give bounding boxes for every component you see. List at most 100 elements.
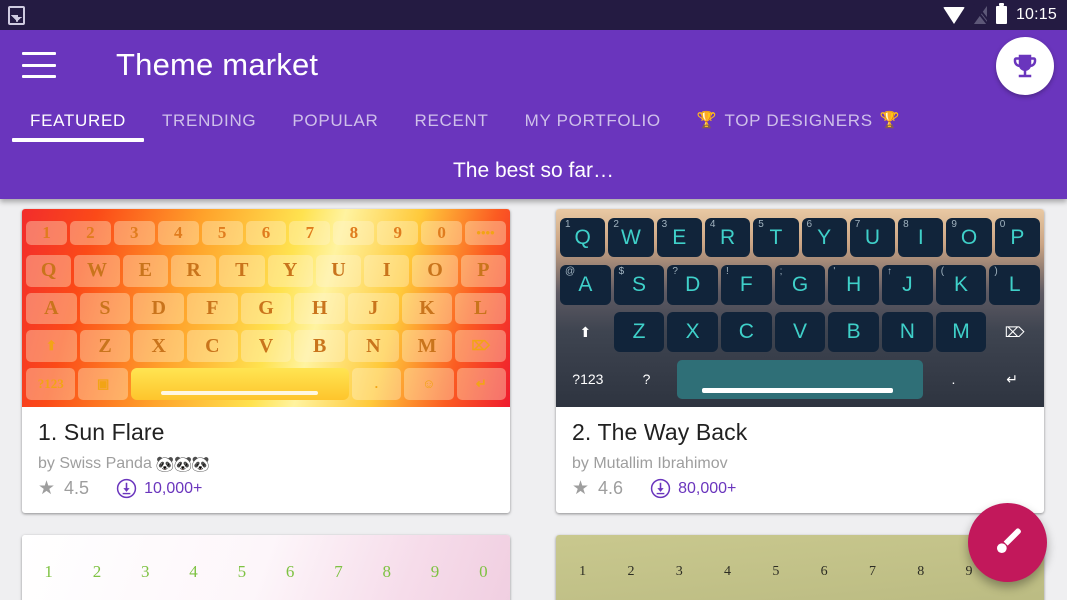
theme-author-name: by Mutallim Ibrahimov [572,455,728,472]
key: 4 [724,563,732,579]
key: C [187,330,238,363]
space-key [130,368,349,400]
download-circle-icon [116,478,137,499]
key-super: @ [564,266,576,278]
key: W [74,254,120,287]
theme-card-body: 1. Sun Flare by Swiss Panda 🐼🐼🐼 ★ 4.5 10… [22,407,510,513]
key: 2W [608,217,654,258]
key: ↑ J [882,265,933,305]
key-super: 7 [854,218,861,230]
key-super: ! [726,266,729,278]
key: A [25,292,77,325]
key: ! F [721,265,772,305]
key: B [828,312,880,352]
hamburger-menu-icon[interactable] [22,52,56,78]
key-super: ) [994,266,998,278]
theme-thumbnail[interactable]: 1 2 3 4 5 6 7 8 9 0 •••• Q W E R T Y U I… [22,209,510,407]
tab-my-portfolio[interactable]: MY PORTFOLIO [507,111,679,142]
keyboard-preview-the-way-back: 1Q 2W 3E 4R 5T 6Y 7U 8I 9O 0P @ A $ S ? … [556,209,1044,407]
key: ; G [774,265,826,305]
theme-download-count: 80,000+ [678,479,737,497]
theme-thumbnail[interactable]: 1Q 2W 3E 4R 5T 6Y 7U 8I 9O 0P @ A $ S ? … [556,209,1044,407]
key: I [364,254,410,287]
key: (K [935,265,987,305]
theme-card[interactable]: 1 2 3 4 5 6 7 8 9 0 •••• Q W E R T Y U I… [22,209,510,513]
keyboard-row-top: Q W E R T Y U I O P [26,252,506,290]
key: D [133,292,184,325]
key: Z [613,312,665,352]
tab-recent[interactable]: RECENT [397,111,507,142]
key-more: •••• [465,221,506,245]
trophy-emoji-icon: 🏆 [696,112,718,129]
tab-label: TRENDING [161,111,257,130]
theme-card[interactable]: 1Q 2W 3E 4R 5T 6Y 7U 8I 9O 0P @ A $ S ? … [556,209,1044,513]
key: 3E [656,217,702,258]
key: $ S [613,265,665,305]
key: S [79,292,131,325]
key: 1Q [560,217,606,258]
star-icon: ★ [572,478,590,499]
theme-card-body: 2. The Way Back by Mutallim Ibrahimov ★ … [556,407,1044,513]
key: 1 [579,563,587,579]
period-key: . [351,368,402,400]
key: @ A [559,265,611,305]
key: 7 [334,561,343,581]
theme-row-1: 1 2 3 4 5 6 7 8 9 0 •••• Q W E R T Y U I… [22,209,1045,513]
symbols-key: ?123 [26,368,76,400]
period-key: . [951,371,956,388]
tab-featured[interactable]: FEATURED [12,111,144,142]
space-key [677,359,923,400]
key: 1 [26,221,67,245]
signal-off-icon [974,6,987,24]
key-super: 6 [806,218,813,230]
key: E [122,254,168,287]
subtitle-bar: The best so far… [0,142,1067,199]
subtitle-text: The best so far… [452,158,615,182]
app-bar: Theme market FEATURED TRENDING POPULAR R… [0,30,1067,199]
key: 3 [141,561,150,581]
keyboard-row-bottom: ⬆ Z X C V B N M ⌦ [25,327,507,365]
status-bar-notifications [8,5,25,25]
key-super: 1 [565,218,571,230]
theme-card[interactable]: 1 2 3 4 5 6 7 8 9 0 Q [22,535,510,600]
trophy-badge-button[interactable] [996,37,1054,95]
backspace-key: ⌦ [1004,323,1025,340]
keyboard-row-space: ?123 ▣ . ☺ ↵ [26,365,506,403]
theme-author: by Mutallim Ibrahimov [572,455,1028,473]
key-super: 5 [758,218,764,230]
key: B [294,330,346,363]
key: 2 [627,563,635,579]
key-super: ; [779,266,783,278]
tab-top-designers[interactable]: 🏆 TOP DESIGNERS 🏆 [679,111,919,142]
key: 7 [868,563,876,579]
key: U [315,254,362,287]
tab-trending[interactable]: TRENDING [144,111,274,142]
theme-stats: ★ 4.5 10,000+ [38,478,494,499]
tab-bar: FEATURED TRENDING POPULAR RECENT MY PORT… [0,100,1067,142]
emoji-key: ▣ [78,368,128,400]
key: V [240,330,292,363]
app-root: 10:15 Theme market FEATURED TRENDING POP… [0,0,1067,600]
key: 3 [675,563,683,579]
shift-key: ⬆ [579,323,592,340]
key: ' H [828,265,880,305]
key-super: ? [672,266,678,278]
question-key: ? [642,371,651,388]
wifi-icon [942,6,965,24]
theme-thumbnail[interactable]: 1 2 3 4 5 6 7 8 9 0 Q [22,535,510,600]
key: M [935,312,987,352]
key: 6 [820,563,828,579]
app-bar-top: Theme market [0,30,1067,100]
key: 5T [753,217,799,258]
key: O [412,254,458,287]
key: F [187,292,238,325]
key: H [294,292,346,325]
tab-popular[interactable]: POPULAR [274,111,396,142]
create-theme-fab[interactable] [968,503,1047,582]
key-super: ↑ [887,266,893,278]
keyboard-preview-sun-flare: 1 2 3 4 5 6 7 8 9 0 •••• Q W E R T Y U I… [22,209,510,407]
theme-author: by Swiss Panda 🐼🐼🐼 [38,455,494,473]
key: 0P [994,217,1040,258]
keyboard-row-top: 1Q 2W 3E 4R 5T 6Y 7U 8I 9O 0P [560,214,1040,261]
key: Y [267,254,313,287]
